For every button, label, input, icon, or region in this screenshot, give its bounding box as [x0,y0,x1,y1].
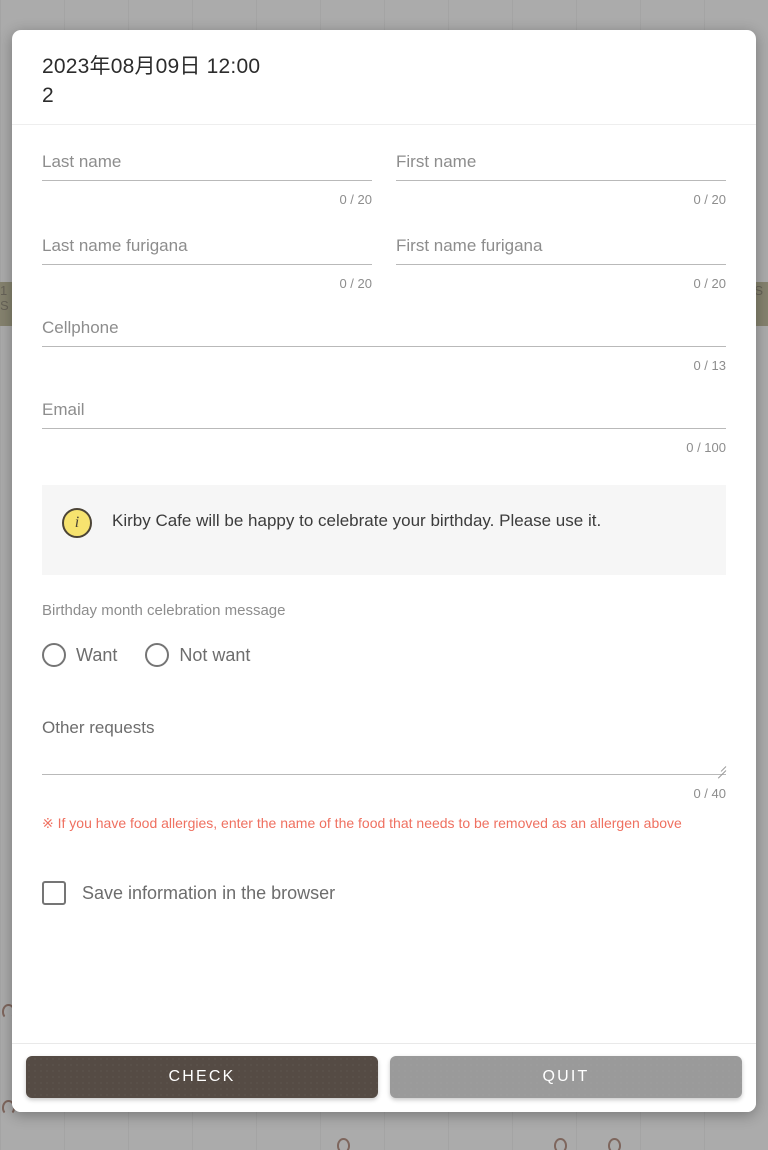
other-requests-counter: 0 / 40 [693,786,726,801]
last-name-counter: 0 / 20 [339,192,372,207]
other-requests-underline [42,774,726,775]
field-cellphone[interactable]: Cellphone 0 / 13 [42,317,726,375]
radio-label-want: Want [76,645,118,665]
birthday-group-label: Birthday month celebration message [42,602,286,619]
other-requests-label: Other requests [42,718,155,737]
email-label: Email [42,400,85,419]
allergy-warning-text: ※ If you have food allergies, enter the … [42,815,682,831]
field-email[interactable]: Email 0 / 100 [42,399,726,457]
radio-label-not-want: Not want [179,645,251,665]
reservation-form-dialog: 2023年08月09日 12:00 2 Last name 0 / 20 Fir… [12,30,756,1112]
field-last-name-furigana[interactable]: Last name furigana 0 / 20 [42,235,372,293]
save-info-checkbox-row[interactable]: Save information in the browser [42,881,726,905]
cellphone-label: Cellphone [42,318,119,337]
last-name-label: Last name [42,152,122,171]
name-row: Last name 0 / 20 First name 0 / 20 [42,151,726,209]
info-banner-text: Kirby Cafe will be happy to celebrate yo… [112,511,602,530]
screen: 1 S (S 2023年08月09日 12:00 2 Last name 0 /… [0,0,768,1150]
radio-option-want[interactable]: Want [42,643,117,667]
field-last-name[interactable]: Last name 0 / 20 [42,151,372,209]
other-requests-input[interactable] [42,739,727,779]
quit-button[interactable]: QUIT [390,1056,742,1098]
birthday-radio-group: Want Not want [42,643,726,667]
email-counter: 0 / 100 [686,440,726,455]
birthday-info-banner: Kirby Cafe will be happy to celebrate yo… [42,485,726,575]
info-icon [62,508,92,538]
checkbox-icon[interactable] [42,881,66,905]
first-name-furigana-counter: 0 / 20 [693,276,726,291]
field-first-name-furigana[interactable]: First name furigana 0 / 20 [396,235,726,293]
dialog-body: Last name 0 / 20 First name 0 / 20 Last … [12,125,756,1043]
furigana-row: Last name furigana 0 / 20 First name fur… [42,235,726,293]
field-other-requests[interactable]: Other requests 0 / 40 [42,717,727,803]
radio-option-not-want[interactable]: Not want [145,643,250,667]
check-button[interactable]: CHECK [26,1056,378,1098]
dialog-header: 2023年08月09日 12:00 2 [12,30,756,125]
radio-circle-icon [42,643,66,667]
field-first-name[interactable]: First name 0 / 20 [396,151,726,209]
first-name-label: First name [396,152,477,171]
last-name-furigana-label: Last name furigana [42,236,188,255]
radio-circle-icon [145,643,170,667]
last-name-furigana-counter: 0 / 20 [339,276,372,291]
dialog-title: 2023年08月09日 12:00 2 [42,55,261,107]
first-name-furigana-label: First name furigana [396,236,543,255]
cellphone-counter: 0 / 13 [693,358,726,373]
first-name-counter: 0 / 20 [693,192,726,207]
save-info-label: Save information in the browser [82,883,336,903]
dialog-footer: CHECK QUIT [12,1043,756,1112]
resize-handle-icon[interactable] [714,761,727,779]
